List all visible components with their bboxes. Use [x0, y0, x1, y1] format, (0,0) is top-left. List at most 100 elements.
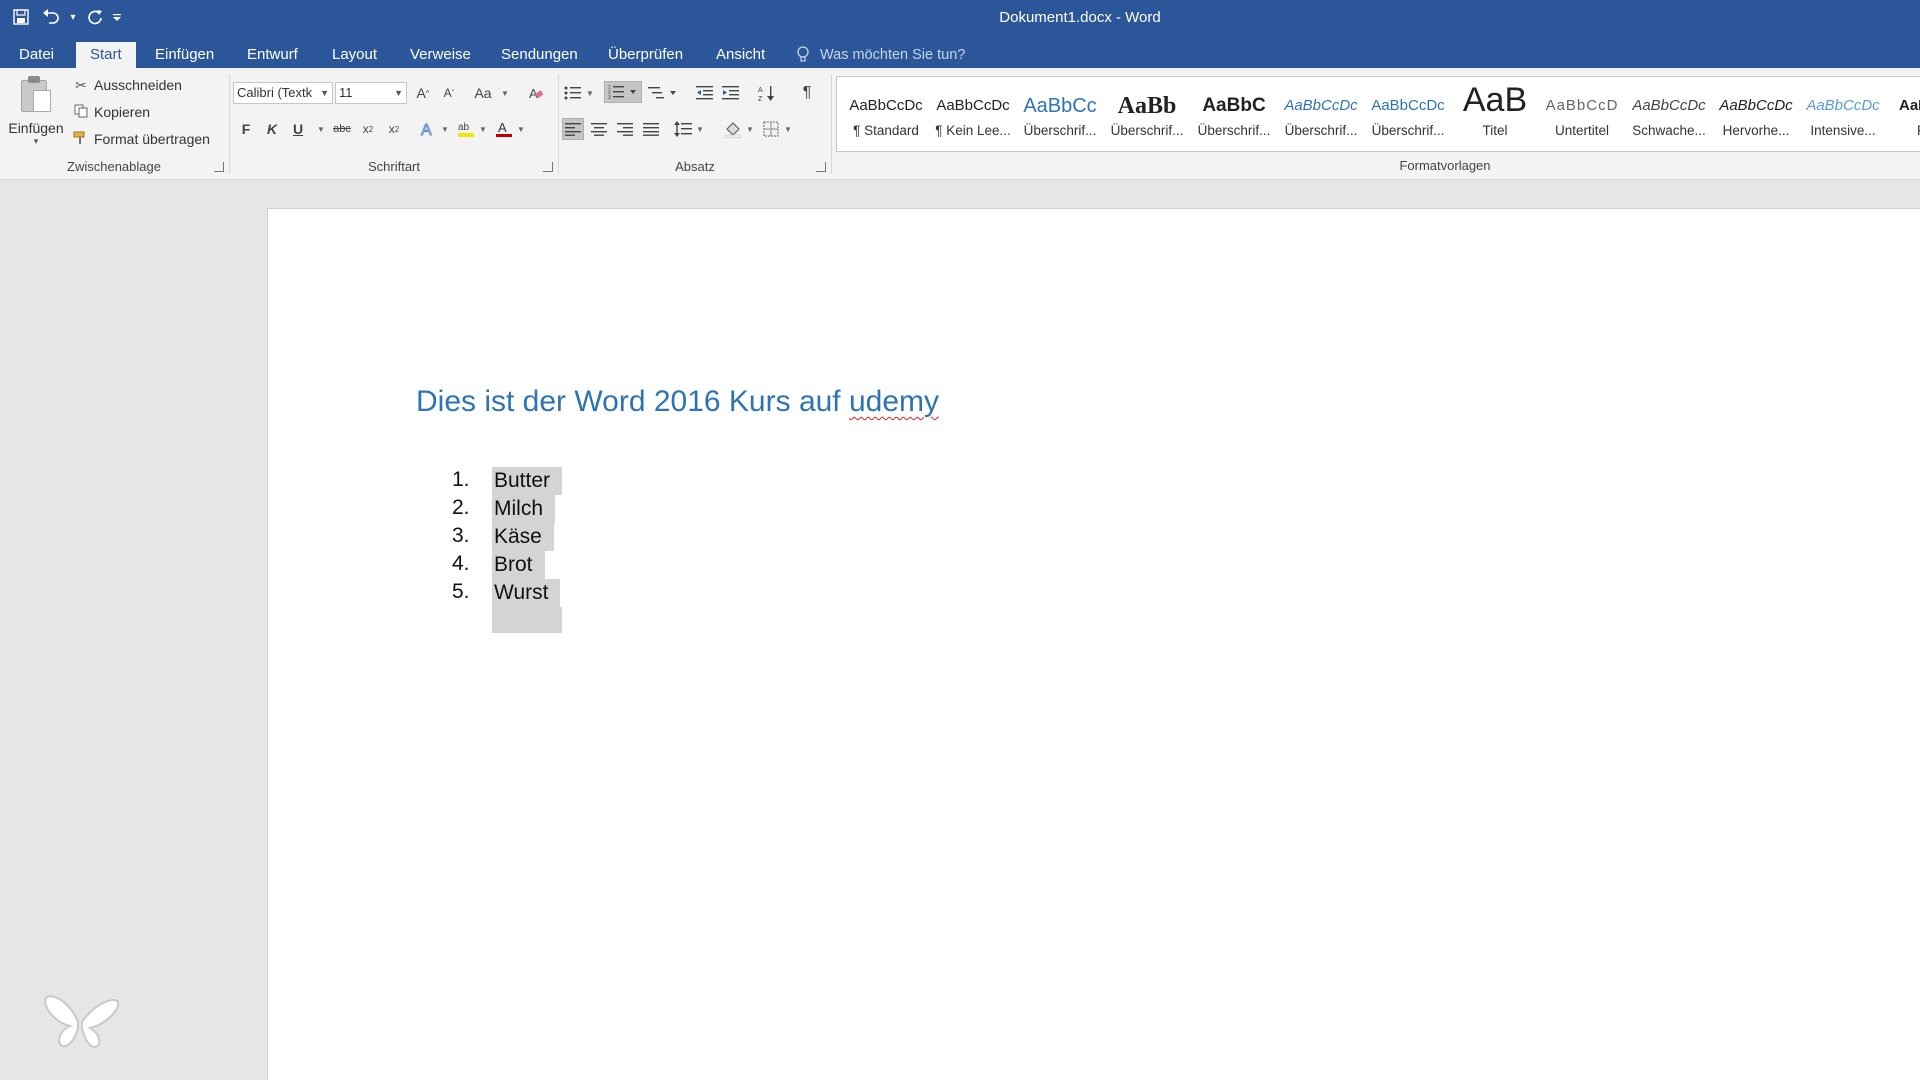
ribbon-tabs: Datei Start Einfügen Entwurf Layout Verw… [0, 38, 1920, 68]
style-intensive-hervorhebung[interactable]: AaBbCcDc Intensive... [1800, 77, 1886, 151]
chevron-down-icon[interactable]: ▼ [784, 125, 792, 134]
list-item-text: Butter [492, 467, 563, 495]
format-painter-button[interactable]: Format übertragen [72, 128, 210, 150]
multilevel-list-icon[interactable] [646, 82, 680, 104]
underline-label: U [292, 121, 304, 137]
chevron-down-icon[interactable]: ▼ [317, 125, 325, 134]
bullets-icon[interactable] [562, 82, 584, 104]
style-standard[interactable]: AaBbCcDc ¶ Standard [843, 77, 929, 151]
tab-entwurf[interactable]: Entwurf [233, 42, 312, 68]
clipboard-launcher-icon[interactable] [214, 162, 224, 172]
document-area: Dies ist der Word 2016 Kurs auf udemy 1.… [0, 181, 1920, 1080]
document-page[interactable]: Dies ist der Word 2016 Kurs auf udemy 1.… [267, 208, 1920, 1080]
paintbrush-icon [72, 131, 90, 148]
style-name: Intensive... [1810, 123, 1876, 138]
highlight-icon[interactable]: ab [455, 118, 477, 140]
underline-button[interactable]: U [287, 118, 309, 140]
style-untertitel[interactable]: AaBbCcD Untertitel [1539, 77, 1625, 151]
text-effects-icon[interactable]: A [417, 118, 439, 140]
tab-verweise[interactable]: Verweise [396, 42, 485, 68]
pilcrow-icon[interactable]: ¶ [796, 82, 818, 104]
borders-icon[interactable] [760, 118, 782, 140]
style-ueberschrift-2[interactable]: AaBb Überschrif... [1104, 77, 1190, 151]
style-name: Überschrif... [1023, 123, 1097, 138]
tell-me-text: Was möchten Sie tun? [820, 47, 966, 63]
align-right-icon[interactable] [614, 118, 636, 140]
bold-button[interactable]: F [235, 118, 257, 140]
scissors-icon: ✂ [75, 76, 87, 93]
change-case-button[interactable]: Aa [469, 82, 497, 104]
strikethrough-button[interactable]: abc [329, 118, 355, 140]
tab-einfuegen[interactable]: Einfügen [141, 42, 228, 68]
sort-icon[interactable]: AZ [756, 82, 778, 104]
misspelled-word[interactable]: udemy [849, 385, 939, 418]
tab-layout[interactable]: Layout [318, 42, 391, 68]
chevron-down-icon[interactable]: ▼ [746, 125, 754, 134]
shrink-font-icon[interactable]: Aˇ [438, 82, 460, 104]
style-ueberschrift-1[interactable]: AaBbCc Überschrif... [1017, 77, 1103, 151]
document-heading[interactable]: Dies ist der Word 2016 Kurs auf udemy [416, 385, 939, 419]
style-name: Untertitel [1554, 123, 1610, 138]
superscript-icon[interactable]: x2 [383, 118, 405, 140]
chevron-down-icon[interactable]: ▼ [441, 125, 449, 134]
subscript-icon[interactable]: x2 [357, 118, 379, 140]
clipboard-group: Einfügen ▾ ✂ Ausschneiden Kopieren Forma… [0, 68, 228, 180]
svg-text:3: 3 [608, 95, 611, 100]
increase-indent-icon[interactable] [720, 82, 742, 104]
style-kein-leerraum[interactable]: AaBbCcDc ¶ Kein Lee... [930, 77, 1016, 151]
paragraph-launcher-icon[interactable] [816, 162, 826, 172]
shading-icon[interactable] [722, 118, 744, 140]
style-ueberschrift-5[interactable]: AaBbCcDc Überschrif... [1365, 77, 1451, 151]
grow-font-icon[interactable]: A ^ [412, 82, 434, 104]
style-preview: AaBbCcDc [1284, 97, 1358, 114]
svg-text:ab: ab [458, 122, 470, 133]
tell-me-box[interactable]: Was möchten Sie tun? [796, 42, 965, 68]
list-item-text: Milch [492, 495, 556, 523]
style-name: Hervorhe... [1722, 123, 1790, 138]
list-item-text: Käse [492, 523, 554, 551]
copy-label: Kopieren [94, 104, 151, 120]
chevron-down-icon[interactable]: ▼ [696, 125, 704, 134]
font-launcher-icon[interactable] [543, 162, 553, 172]
chevron-down-icon[interactable]: ▼ [586, 89, 594, 98]
font-color-icon[interactable]: A [493, 118, 515, 140]
ribbon: Einfügen ▾ ✂ Ausschneiden Kopieren Forma… [0, 68, 1920, 180]
paste-dropdown-icon[interactable]: ▾ [6, 136, 66, 147]
style-hervorhebung[interactable]: AaBbCcDc Hervorhe... [1713, 77, 1799, 151]
chevron-down-icon[interactable]: ▼ [517, 125, 525, 134]
paste-button[interactable]: Einfügen ▾ [6, 74, 66, 164]
style-ueberschrift-3[interactable]: AaBbC Überschrif... [1191, 77, 1277, 151]
selection-highlight [492, 607, 562, 633]
numbering-icon[interactable]: 123 [604, 81, 642, 103]
justify-icon[interactable] [640, 118, 662, 140]
tab-ansicht[interactable]: Ansicht [702, 42, 779, 68]
style-ueberschrift-4[interactable]: AaBbCcDc Überschrif... [1278, 77, 1364, 151]
chevron-down-icon[interactable]: ▼ [501, 89, 509, 98]
style-preview: AaBbC [1202, 95, 1266, 116]
tab-start[interactable]: Start [76, 42, 136, 68]
italic-label: K [266, 121, 278, 137]
style-preview: AaBbCcDc [1632, 97, 1706, 114]
copy-button[interactable]: Kopieren [72, 101, 150, 123]
line-spacing-icon[interactable] [672, 118, 694, 140]
chevron-down-icon[interactable]: ▼ [479, 125, 487, 134]
clear-formatting-icon[interactable]: A [525, 82, 547, 104]
style-schwache-hervorhebung[interactable]: AaBbCcDc Schwache... [1626, 77, 1712, 151]
tab-datei[interactable]: Datei [5, 42, 68, 68]
cut-button[interactable]: ✂ Ausschneiden [72, 74, 182, 96]
lightbulb-icon [796, 46, 814, 64]
style-fett[interactable]: AaBl Fe [1887, 77, 1920, 151]
list-number: 2. [452, 496, 470, 519]
paste-label: Einfügen [8, 120, 64, 136]
decrease-indent-icon[interactable] [694, 82, 716, 104]
font-name-value: Calibri (Textk [237, 85, 313, 100]
font-name-combo[interactable]: Calibri (Textk ▼ [233, 82, 333, 104]
italic-button[interactable]: K [261, 118, 283, 140]
bold-label: F [241, 121, 251, 137]
style-titel[interactable]: AaB Titel [1452, 77, 1538, 151]
align-center-icon[interactable] [588, 118, 610, 140]
font-size-combo[interactable]: 11 ▼ [335, 82, 407, 104]
tab-ueberpruefen[interactable]: Überprüfen [594, 42, 697, 68]
tab-sendungen[interactable]: Sendungen [487, 42, 592, 68]
align-left-icon[interactable] [562, 118, 584, 140]
